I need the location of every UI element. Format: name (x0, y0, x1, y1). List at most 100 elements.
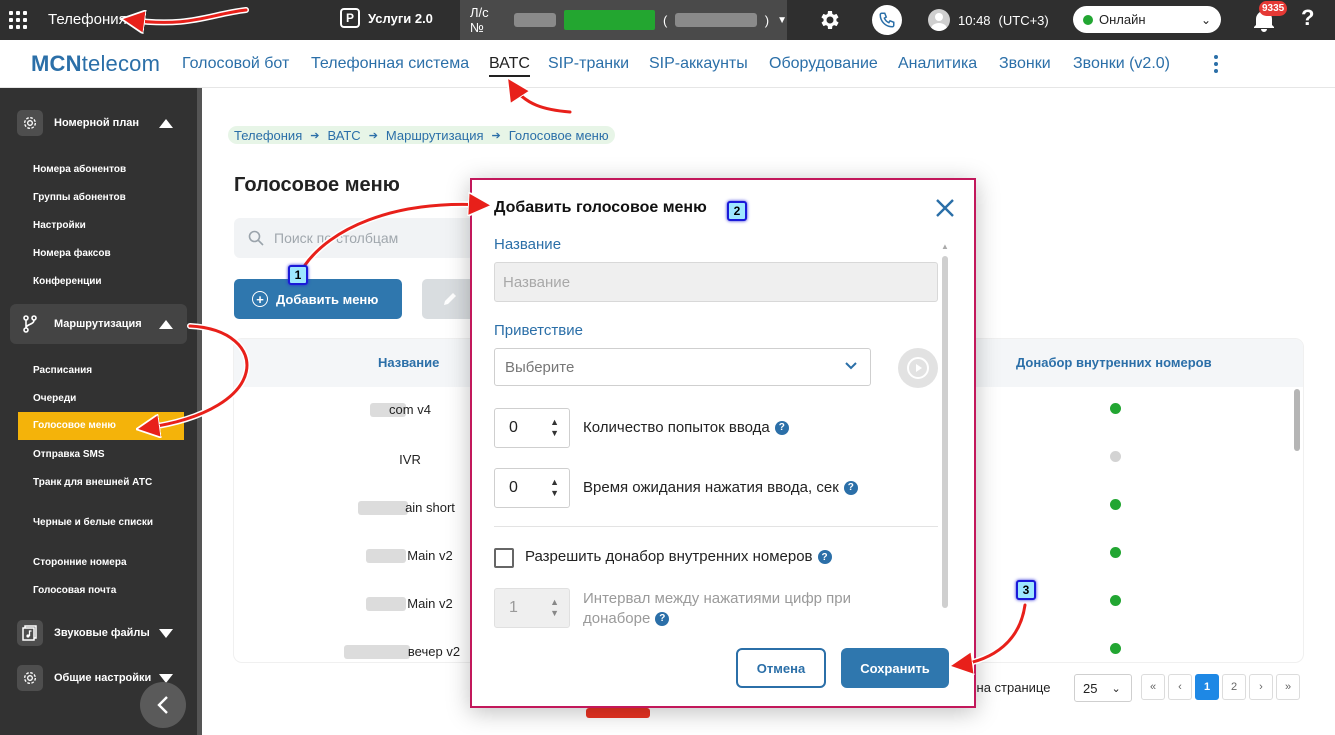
status-select[interactable]: Онлайн ⌄ (1073, 6, 1221, 33)
stepper-arrows-icon[interactable]: ▲ ▼ (550, 597, 559, 619)
breadcrumb-arrow-icon: ➔ (368, 129, 378, 142)
logo[interactable]: MCNtelecom (31, 51, 160, 77)
plus-circle-icon: + (252, 291, 268, 307)
main-nav: MCNtelecom Голосовой бот Телефонная сист… (0, 40, 1335, 88)
nav-calls-v2[interactable]: Звонки (v2.0) (1073, 55, 1170, 73)
stepper-arrows-icon[interactable]: ▲ ▼ (550, 417, 559, 439)
page-button-current[interactable]: 1 (1195, 674, 1219, 700)
breadcrumb-item-current: Голосовое меню (508, 127, 609, 143)
breadcrumb-item[interactable]: Маршрутизация (386, 128, 484, 143)
settings-gear-icon[interactable] (818, 8, 842, 32)
close-icon[interactable] (934, 197, 956, 219)
help-icon[interactable]: ? (1301, 5, 1314, 31)
sidebar-group-routing[interactable]: Маршрутизация (10, 304, 187, 344)
breadcrumb: Телефония ➔ ВАТС ➔ Маршрутизация ➔ Голос… (228, 126, 615, 144)
column-header-donabor[interactable]: Донабор внутренних номеров (1016, 355, 1212, 370)
user-menu[interactable]: 10:48 (UTC+3) (928, 9, 1049, 31)
sidebar-item-third-party-numbers[interactable]: Сторонние номера (33, 557, 183, 569)
last-page-button[interactable]: » (1276, 674, 1300, 700)
dialog-scrollbar[interactable]: ▲ (941, 242, 949, 612)
account-selector[interactable]: Л/с № ( ) ▼ (460, 0, 787, 40)
nav-analytics[interactable]: Аналитика (898, 55, 977, 73)
sidebar-item-voice-menu[interactable]: Голосовое меню (18, 412, 184, 440)
help-question-icon[interactable]: ? (843, 481, 858, 496)
sidebar-item-settings[interactable]: Настройки (33, 220, 183, 232)
services-link[interactable]: P Услуги 2.0 (340, 8, 433, 28)
next-page-button[interactable]: › (1249, 674, 1273, 700)
annotation-arrow (512, 85, 572, 114)
play-greeting-button[interactable] (898, 348, 938, 388)
stepper-arrows-icon[interactable]: ▲ ▼ (550, 477, 559, 499)
divider (494, 526, 938, 527)
nav-sip-accounts[interactable]: SIP-аккаунты (649, 55, 748, 73)
save-button[interactable]: Сохранить (841, 648, 949, 688)
logo-rest-part: telecom (81, 51, 161, 76)
sidebar-collapse-button[interactable] (140, 682, 186, 728)
online-status-dot (1083, 14, 1093, 25)
help-question-icon[interactable]: ? (655, 612, 670, 627)
column-header-name[interactable]: Название (378, 355, 439, 370)
sidebar-item-black-white-lists[interactable]: Черные и белые списки (33, 517, 183, 529)
timeout-stepper[interactable]: 0 ▲ ▼ (494, 468, 570, 508)
softphone-button[interactable] (872, 5, 902, 35)
search-input[interactable]: Поиск по столбцам (234, 218, 474, 258)
collapse-up-icon (159, 118, 173, 128)
sidebar-item-voicemail[interactable]: Голосовая почта (33, 585, 183, 597)
greeting-select[interactable]: Выберите (494, 348, 871, 386)
nav-vats[interactable]: ВАТС (489, 55, 530, 77)
add-menu-button[interactable]: + Добавить меню (234, 279, 402, 319)
app-title[interactable]: Телефония (48, 11, 127, 28)
prev-page-button[interactable]: ‹ (1168, 674, 1192, 700)
interval-stepper[interactable]: 1 ▲ ▼ (494, 588, 570, 628)
allow-donabor-checkbox[interactable] (494, 548, 514, 568)
per-page-select[interactable]: 25 ⌄ (1074, 674, 1132, 702)
sidebar-item-conferences[interactable]: Конференции (33, 276, 183, 288)
nav-phone-system[interactable]: Телефонная система (311, 55, 469, 73)
page-button[interactable]: 2 (1222, 674, 1246, 700)
cancel-button[interactable]: Отмена (736, 648, 826, 688)
table-scrollbar[interactable] (1294, 389, 1300, 451)
nav-calls[interactable]: Звонки (999, 55, 1051, 73)
interval-value: 1 (509, 599, 518, 616)
breadcrumb-item[interactable]: ВАТС (327, 128, 360, 143)
top-bar: Телефония P Услуги 2.0 Л/с № ( ) ▼ 10:48… (0, 0, 1335, 40)
nav-equipment[interactable]: Оборудование (769, 55, 878, 73)
sidebar-item-external-trunk[interactable]: Транк для внешней АТС (33, 477, 183, 489)
more-vertical-icon[interactable] (1214, 55, 1220, 76)
chevron-down-icon (845, 362, 857, 370)
status-label: Онлайн (1099, 12, 1146, 27)
annotation-marker-3: 3 (1016, 580, 1036, 600)
name-field[interactable]: Название (494, 262, 938, 302)
sidebar-item-subscriber-numbers[interactable]: Номера абонентов (33, 164, 183, 176)
sidebar-item-send-sms[interactable]: Отправка SMS (33, 449, 183, 461)
greeting-label: Приветствие (494, 322, 583, 339)
nav-sip-trunks[interactable]: SIP-транки (548, 55, 629, 73)
annotation-marker-1: 1 (288, 265, 308, 285)
sidebar-item-fax-numbers[interactable]: Номера факсов (33, 248, 183, 260)
sidebar-item-queues[interactable]: Очереди (33, 393, 183, 405)
name-label: Название (494, 236, 562, 253)
sidebar-group-label: Маршрутизация (54, 318, 142, 330)
apps-grid-icon[interactable] (9, 11, 27, 29)
attempts-stepper[interactable]: 0 ▲ ▼ (494, 408, 570, 448)
help-question-icon[interactable]: ? (817, 550, 832, 565)
sidebar-group-label: Звуковые файлы (54, 627, 150, 639)
sidebar-group-label: Номерной план (54, 117, 140, 129)
nav-voice-bot[interactable]: Голосовой бот (182, 55, 289, 73)
first-page-button[interactable]: « (1141, 674, 1165, 700)
help-question-icon[interactable]: ? (774, 421, 789, 436)
search-icon (248, 230, 264, 246)
breadcrumb-item[interactable]: Телефония (234, 128, 302, 143)
phone-icon (879, 12, 895, 28)
donabor-on-dot (1110, 595, 1121, 606)
gear-icon (17, 665, 43, 691)
account-number-redacted (513, 13, 556, 27)
sidebar-item-subscriber-groups[interactable]: Группы абонентов (33, 192, 183, 204)
scrollbar-thumb[interactable] (942, 256, 948, 608)
sidebar-scrollbar[interactable] (197, 88, 202, 735)
sidebar-group-sound-files[interactable]: Звуковые файлы (10, 613, 187, 653)
sidebar-group-numbering[interactable]: Номерной план (10, 103, 187, 143)
notifications-badge: 9335 (1259, 1, 1288, 16)
allow-donabor-label[interactable]: Разрешить донабор внутренних номеров (525, 548, 813, 565)
sidebar-item-schedules[interactable]: Расписания (33, 365, 183, 377)
